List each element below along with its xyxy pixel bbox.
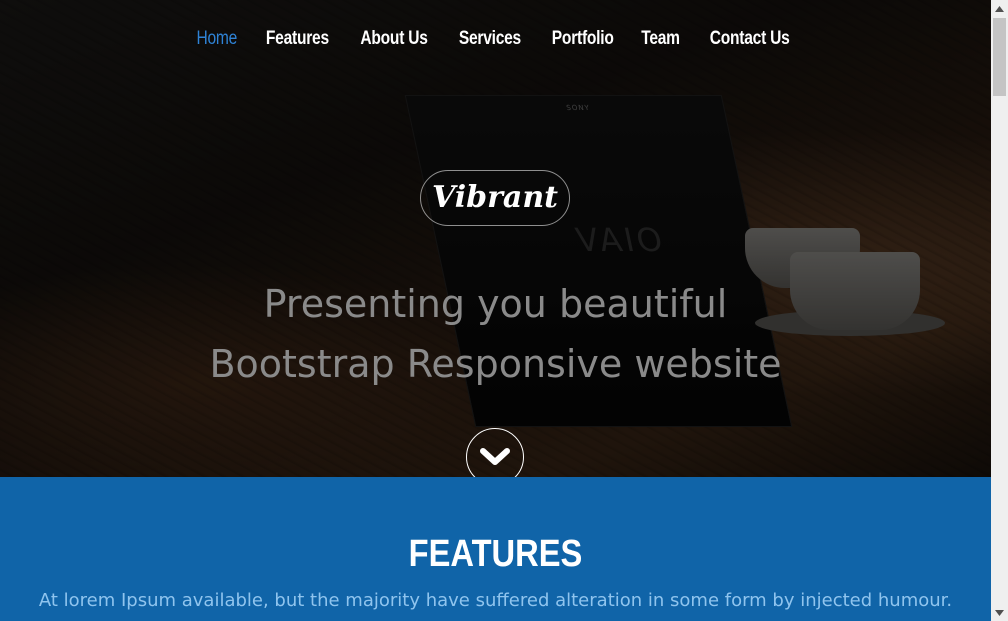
hero-headline-line-2: Bootstrap Responsive website	[209, 342, 782, 386]
page-scrollbar[interactable]	[991, 0, 1008, 621]
scrollbar-thumb[interactable]	[993, 18, 1006, 96]
nav-item-about-us[interactable]: About Us	[360, 28, 428, 50]
scroll-up-arrow-icon[interactable]	[991, 0, 1008, 17]
nav-item-portfolio[interactable]: Portfolio	[552, 28, 614, 50]
hero-overlay	[0, 0, 991, 477]
nav-item-services[interactable]: Services	[459, 28, 521, 50]
nav-item-team[interactable]: Team	[642, 28, 681, 50]
features-description: At lorem Ipsum available, but the majori…	[38, 590, 953, 611]
hero-headline-line-1: Presenting you beautiful	[263, 282, 728, 326]
features-title: FEATURES	[408, 533, 583, 575]
nav-item-home[interactable]: Home	[197, 28, 238, 50]
chevron-down-icon	[480, 448, 510, 465]
brand-logo[interactable]: Vibrant	[420, 170, 570, 226]
nav-item-contact-us[interactable]: Contact Us	[710, 28, 790, 50]
hero-section: SONY VAIO Home Features About Us Service…	[0, 0, 991, 477]
features-section: FEATURES At lorem Ipsum available, but t…	[0, 477, 991, 621]
scroll-down-arrow-icon[interactable]	[991, 604, 1008, 621]
scroll-down-button[interactable]	[466, 428, 524, 477]
nav-item-features[interactable]: Features	[266, 28, 329, 50]
main-nav: Home Features About Us Services Portfoli…	[0, 28, 991, 50]
